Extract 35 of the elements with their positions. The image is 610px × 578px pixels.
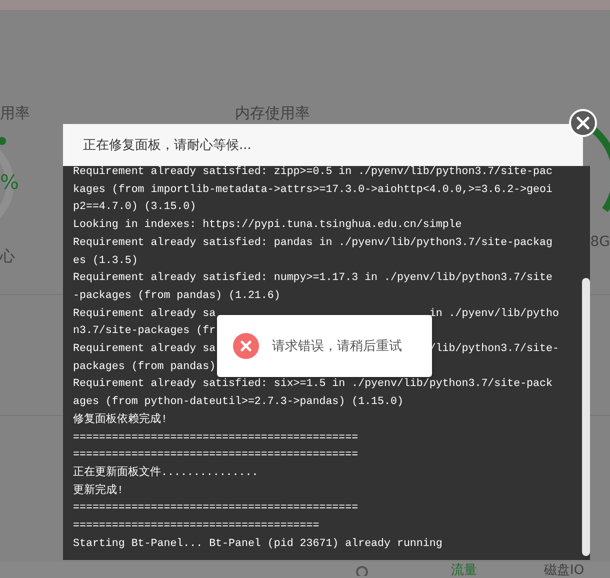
- log-line: Starting Bt-Panel... Bt-Panel (pid 23671) already running: [73, 536, 442, 552]
- log-line: Requirement already satisfied: six>=1.5 in ./pyenv/lib/python3.7/site-pack: [73, 377, 552, 392]
- log-line: -packages (from pandas) (1.21.6): [73, 288, 280, 304]
- disk-usage-label: 8G: [590, 234, 610, 250]
- log-line: p2==4.7.0) (3.15.0): [73, 200, 196, 216]
- log-line: /lib/python3.7/site-: [429, 342, 559, 358]
- scrollbar-thumb[interactable]: [582, 278, 590, 556]
- chart-tab[interactable]: 流量: [451, 562, 477, 578]
- log-line: packages (from pandas): [73, 360, 216, 375]
- error-icon: [233, 333, 259, 359]
- cpu-core-label: 心: [0, 247, 16, 266]
- log-line: 正在更新面板文件...............: [73, 464, 258, 481]
- log-line: 修复面板依赖完成!: [73, 412, 168, 428]
- log-line: Requirement already sa: [73, 342, 216, 358]
- log-line: es (1.3.5): [73, 254, 138, 269]
- log-line: ============================================: [73, 430, 358, 446]
- log-line: ages (from python-dateutil>=2.7.3->pandas) (1.15.0): [73, 395, 404, 410]
- log-line: n3.7/site-packages (fr: [73, 324, 216, 340]
- log-line: Requirement already satisfied: pandas in ./pyenv/lib/python3.7/site-packag: [73, 236, 552, 251]
- cpu-usage-label: 用率: [0, 104, 31, 123]
- log-line: ============================================: [73, 501, 358, 516]
- log-line: in ./pyenv/lib/pytho: [429, 306, 559, 322]
- log-line: Requirement already satisfied: numpy>=1.17.3 in ./pyenv/lib/python3.7/site: [73, 271, 552, 286]
- memory-usage-label: 内存使用率: [235, 104, 310, 122]
- log-line: Looking in indexes: https://pypi.tuna.tsinghua.edu.cn/simple: [73, 218, 462, 234]
- log-line: Requirement already satisfied: zipp>=0.5 in ./pyenv/lib/python3.7/site-pac: [73, 166, 552, 180]
- log-line: Requirement already sa: [73, 306, 216, 322]
- error-message: 请求错误，请稍后重试: [272, 338, 402, 355]
- log-line: 更新完成!: [73, 482, 124, 499]
- log-line: ======================================: [73, 519, 320, 534]
- log-line: ============================================: [73, 448, 358, 464]
- cpu-usage-value: %: [0, 170, 20, 194]
- chart-tab[interactable]: 磁盘IO: [544, 562, 584, 578]
- dialog-title: 正在修复面板，请耐心等候...: [83, 138, 252, 153]
- log-line: kages (from importlib-metadata->attrs>=17.3.0->aiohttp<4.0.0,>=3.6.2->geoi: [73, 182, 552, 198]
